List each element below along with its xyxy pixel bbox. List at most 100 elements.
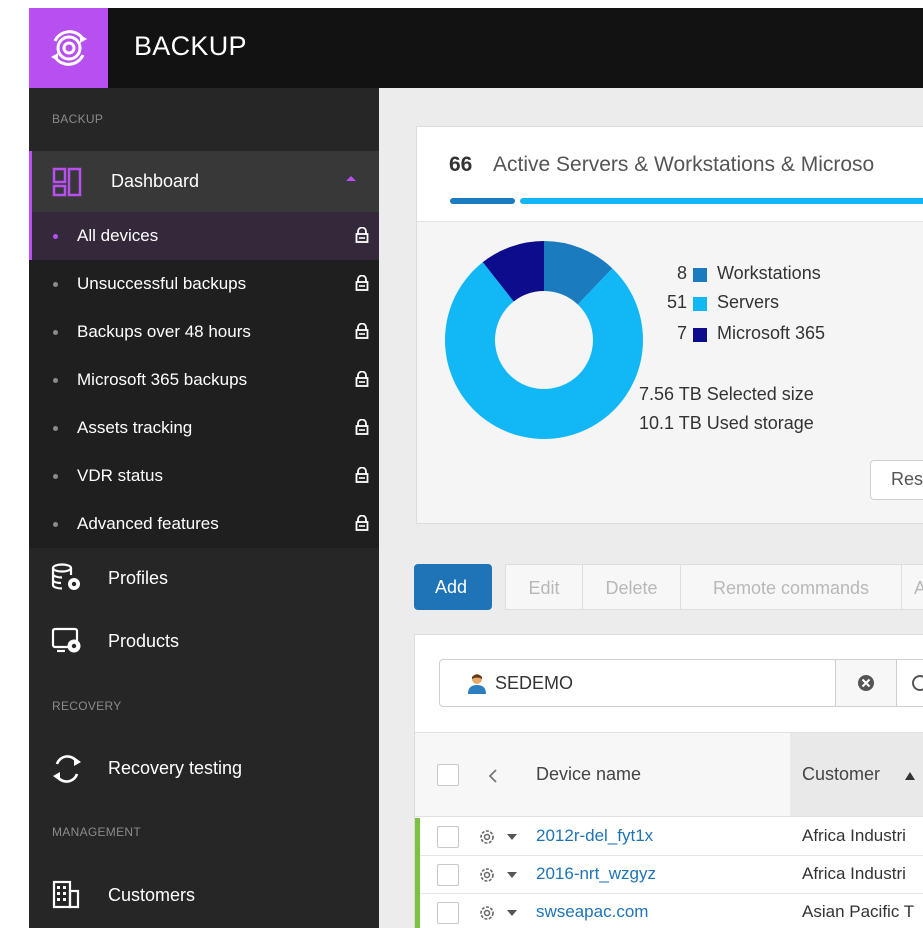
edit-button[interactable]: Edit: [505, 564, 583, 610]
search-options-button[interactable]: [896, 659, 923, 707]
lock-icon: [355, 467, 369, 483]
app-window: BACKUP BACKUP Dashboard All devices Unsu…: [29, 8, 923, 928]
sidebar-item-microsoft-365-backups[interactable]: Microsoft 365 backups: [29, 356, 379, 404]
table-header: Device name Customer: [415, 732, 923, 817]
devices-table-card: SEDEMO Device name Customer 2012r-del_fy…: [414, 634, 923, 928]
delete-button[interactable]: Delete: [582, 564, 681, 610]
sidebar-item-customers[interactable]: Customers: [29, 865, 379, 925]
servers-bar: [520, 198, 923, 204]
used-storage: 10.1 TB Used storage: [639, 413, 814, 433]
gear-icon[interactable]: [477, 827, 497, 847]
status-indicator: [415, 856, 420, 894]
section-label-management: MANAGEMENT: [52, 825, 142, 839]
section-label-recovery: RECOVERY: [52, 699, 122, 713]
top-bar: BACKUP: [29, 8, 923, 88]
dashboard-icon: [52, 167, 82, 197]
chevron-left-icon[interactable]: [488, 768, 498, 784]
select-all-checkbox[interactable]: [437, 764, 459, 786]
app-title: BACKUP: [134, 31, 247, 61]
sidebar-item-assets-tracking[interactable]: Assets tracking: [29, 404, 379, 452]
sidebar-item-label: Products: [108, 631, 180, 651]
clear-filter-button[interactable]: [835, 659, 897, 707]
gear-icon[interactable]: [477, 903, 497, 923]
sidebar-item-backups-over-48-hours[interactable]: Backups over 48 hours: [29, 308, 379, 356]
column-customer[interactable]: Customer: [802, 764, 880, 785]
legend-value: 8: [676, 263, 687, 283]
sidebar-item-dashboard[interactable]: Dashboard: [29, 151, 379, 212]
sidebar-item-profiles[interactable]: Profiles: [29, 548, 379, 608]
sidebar-item-label: Recovery testing: [108, 758, 243, 778]
lock-icon: [355, 227, 369, 243]
customer-cell: Africa Industri: [802, 826, 906, 845]
device-donut-chart[interactable]: [443, 239, 645, 441]
sort-ascending-icon[interactable]: [904, 771, 916, 781]
sidebar: BACKUP Dashboard All devices Unsuccessfu…: [29, 88, 379, 928]
sidebar-item-products[interactable]: Products: [29, 611, 379, 671]
chevron-down-icon[interactable]: [507, 910, 517, 916]
lock-icon: [355, 419, 369, 435]
products-icon: [51, 627, 81, 653]
customer-cell: Africa Industri: [802, 864, 906, 883]
sidebar-item-vdr-status[interactable]: VDR status: [29, 452, 379, 500]
table-row[interactable]: 2016-nrt_wzgyz Africa Industri: [415, 856, 923, 894]
chevron-down-icon[interactable]: [507, 872, 517, 878]
legend-label: Workstations: [717, 263, 821, 283]
sidebar-item-label: Assets tracking: [77, 418, 193, 437]
device-name-link[interactable]: 2012r-del_fyt1x: [536, 826, 653, 846]
table-row[interactable]: swseapac.com Asian Pacific T: [415, 894, 923, 928]
add-button[interactable]: Add: [414, 564, 492, 610]
selected-size: 7.56 TB Selected size: [639, 384, 814, 404]
row-checkbox[interactable]: [437, 826, 459, 848]
close-circle-icon: [858, 675, 874, 691]
sidebar-item-label: Customers: [108, 885, 196, 905]
sidebar-item-label: VDR status: [77, 466, 163, 485]
building-icon: [52, 880, 80, 909]
user-icon: [468, 674, 486, 694]
sidebar-item-label: Microsoft 365 backups: [77, 370, 248, 389]
row-checkbox[interactable]: [437, 864, 459, 886]
gear-icon[interactable]: [477, 865, 497, 885]
row-checkbox[interactable]: [437, 902, 459, 924]
customer-filter-value: SEDEMO: [495, 673, 574, 693]
app-logo[interactable]: [29, 8, 108, 88]
legend-label: Microsoft 365: [717, 323, 826, 343]
customer-cell: Asian Pacific T: [802, 902, 915, 921]
lock-icon: [355, 371, 369, 387]
bullet-icon: [53, 474, 58, 479]
legend-value: 51: [666, 292, 687, 312]
remote-commands-button[interactable]: Remote commands: [680, 564, 902, 610]
legend-servers: 51 Servers: [647, 292, 923, 316]
more-actions-button[interactable]: A: [901, 564, 923, 610]
workstations-bar: [450, 198, 515, 204]
sidebar-item-label: Unsuccessful backups: [77, 274, 247, 293]
legend-label: Servers: [717, 292, 780, 312]
sidebar-item-label: Dashboard: [111, 171, 200, 191]
customer-filter-field[interactable]: SEDEMO: [439, 659, 837, 707]
bullet-icon: [53, 330, 58, 335]
legend-swatch: [693, 297, 707, 311]
sidebar-item-advanced-features[interactable]: Advanced features: [29, 500, 379, 548]
sidebar-item-label: Advanced features: [77, 514, 219, 533]
reset-button[interactable]: Res: [870, 460, 923, 500]
legend-swatch: [693, 328, 707, 342]
lock-icon: [355, 515, 369, 531]
legend-workstations: 8 Workstations: [647, 263, 923, 287]
device-name-link[interactable]: swseapac.com: [536, 902, 648, 922]
legend-swatch: [693, 268, 707, 282]
section-label-backup: BACKUP: [52, 112, 104, 126]
bullet-icon: [53, 522, 58, 527]
sidebar-item-unsuccessful-backups[interactable]: Unsuccessful backups: [29, 260, 379, 308]
column-device-name[interactable]: Device name: [536, 764, 641, 785]
sidebar-item-label: Backups over 48 hours: [77, 322, 251, 341]
status-indicator: [415, 894, 420, 928]
sidebar-item-recovery-testing[interactable]: Recovery testing: [29, 738, 379, 798]
table-row[interactable]: 2012r-del_fyt1x Africa Industri: [415, 818, 923, 856]
sidebar-item-all-devices[interactable]: All devices: [29, 212, 379, 260]
summary-card-header: 66 Active Servers & Workstations & Micro…: [417, 127, 923, 222]
device-name-link[interactable]: 2016-nrt_wzgyz: [536, 864, 656, 884]
summary-card: 66 Active Servers & Workstations & Micro…: [416, 126, 923, 524]
bullet-icon: [53, 378, 58, 383]
chevron-up-icon[interactable]: [346, 176, 356, 181]
chevron-down-icon[interactable]: [507, 834, 517, 840]
bullet-icon: [53, 282, 58, 287]
